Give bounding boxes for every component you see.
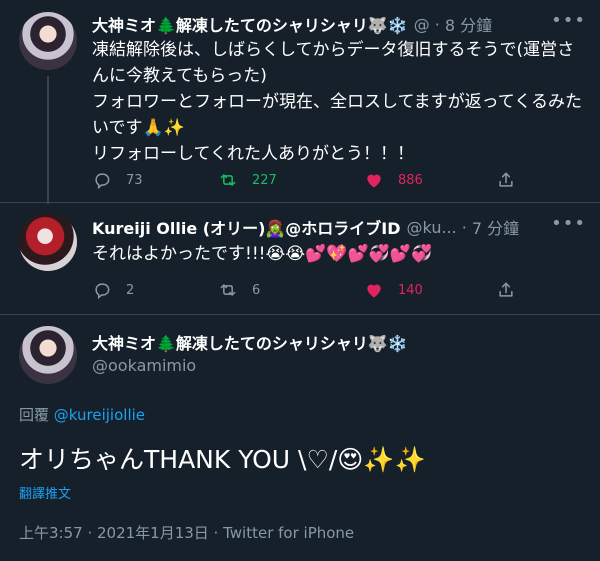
more-icon[interactable]: ••• xyxy=(551,10,586,31)
tweet-time[interactable]: 7 分鐘 xyxy=(472,215,519,239)
separator-dot: · xyxy=(461,217,467,237)
author-handle[interactable]: @ xyxy=(414,15,430,34)
like-count: 886 xyxy=(398,172,423,188)
author-name[interactable]: 大神ミオ🌲解凍したてのシャリシャリ🐺❄️ xyxy=(92,330,408,354)
avatar[interactable] xyxy=(19,326,77,384)
share-icon xyxy=(499,172,513,187)
divider xyxy=(0,202,600,203)
reply-context: 回覆 @kureijiollie xyxy=(19,404,145,425)
reply-count: 2 xyxy=(126,282,135,298)
retweet-count: 227 xyxy=(252,172,277,188)
thread-line xyxy=(47,76,49,204)
author-name[interactable]: Kureiji Ollie (オリー)🧟‍♀️@ホロライブID xyxy=(92,215,401,239)
translate-link[interactable]: 翻譯推文 xyxy=(19,483,71,502)
like-icon xyxy=(367,174,381,188)
retweet-icon xyxy=(220,284,236,296)
tweet-time[interactable]: 8 分鐘 xyxy=(445,12,492,36)
like-button[interactable]: 140 xyxy=(364,280,496,300)
author-name[interactable]: 大神ミオ🌲解凍したてのシャリシャリ🐺❄️ xyxy=(92,12,408,36)
author-handle[interactable]: @ookamimio xyxy=(92,356,196,375)
share-icon xyxy=(499,282,513,297)
like-icon xyxy=(367,284,381,298)
separator-dot: · xyxy=(434,14,440,34)
tweet-text: オリちゃんTHANK YOU \♡/😍✨✨ xyxy=(19,445,426,474)
like-count: 140 xyxy=(398,282,423,298)
tweet-text: 凍結解除後は、しばらくしてからデータ復旧するそうで(運営さんに今教えてもらった)… xyxy=(92,40,582,164)
avatar[interactable] xyxy=(19,12,77,70)
reply-button[interactable]: 2 xyxy=(92,280,218,300)
retweet-button[interactable]: 6 xyxy=(218,280,364,300)
retweet-button[interactable]: 227 xyxy=(218,170,364,190)
reply-button[interactable]: 73 xyxy=(92,170,218,190)
like-button[interactable]: 886 xyxy=(364,170,496,190)
retweet-count: 6 xyxy=(252,282,261,298)
reply-count: 73 xyxy=(126,172,143,188)
reply-icon xyxy=(95,283,110,300)
reply-prefix: 回覆 xyxy=(19,406,50,424)
retweet-icon xyxy=(220,174,236,186)
tweet-text: それはよかったです!!!😭😭💕💖💕💞💕💞 xyxy=(92,244,433,264)
reply-mention-link[interactable]: @kureijiollie xyxy=(54,406,145,424)
more-icon[interactable]: ••• xyxy=(551,213,586,234)
author-handle[interactable]: @ku... xyxy=(407,218,457,237)
tweet-timestamp[interactable]: 上午3:57 · 2021年1月13日 · Twitter for iPhone xyxy=(19,522,354,543)
reply-icon xyxy=(95,173,110,190)
avatar[interactable] xyxy=(19,213,77,271)
divider xyxy=(0,314,600,315)
share-button[interactable] xyxy=(496,170,516,190)
share-button[interactable] xyxy=(496,280,516,300)
